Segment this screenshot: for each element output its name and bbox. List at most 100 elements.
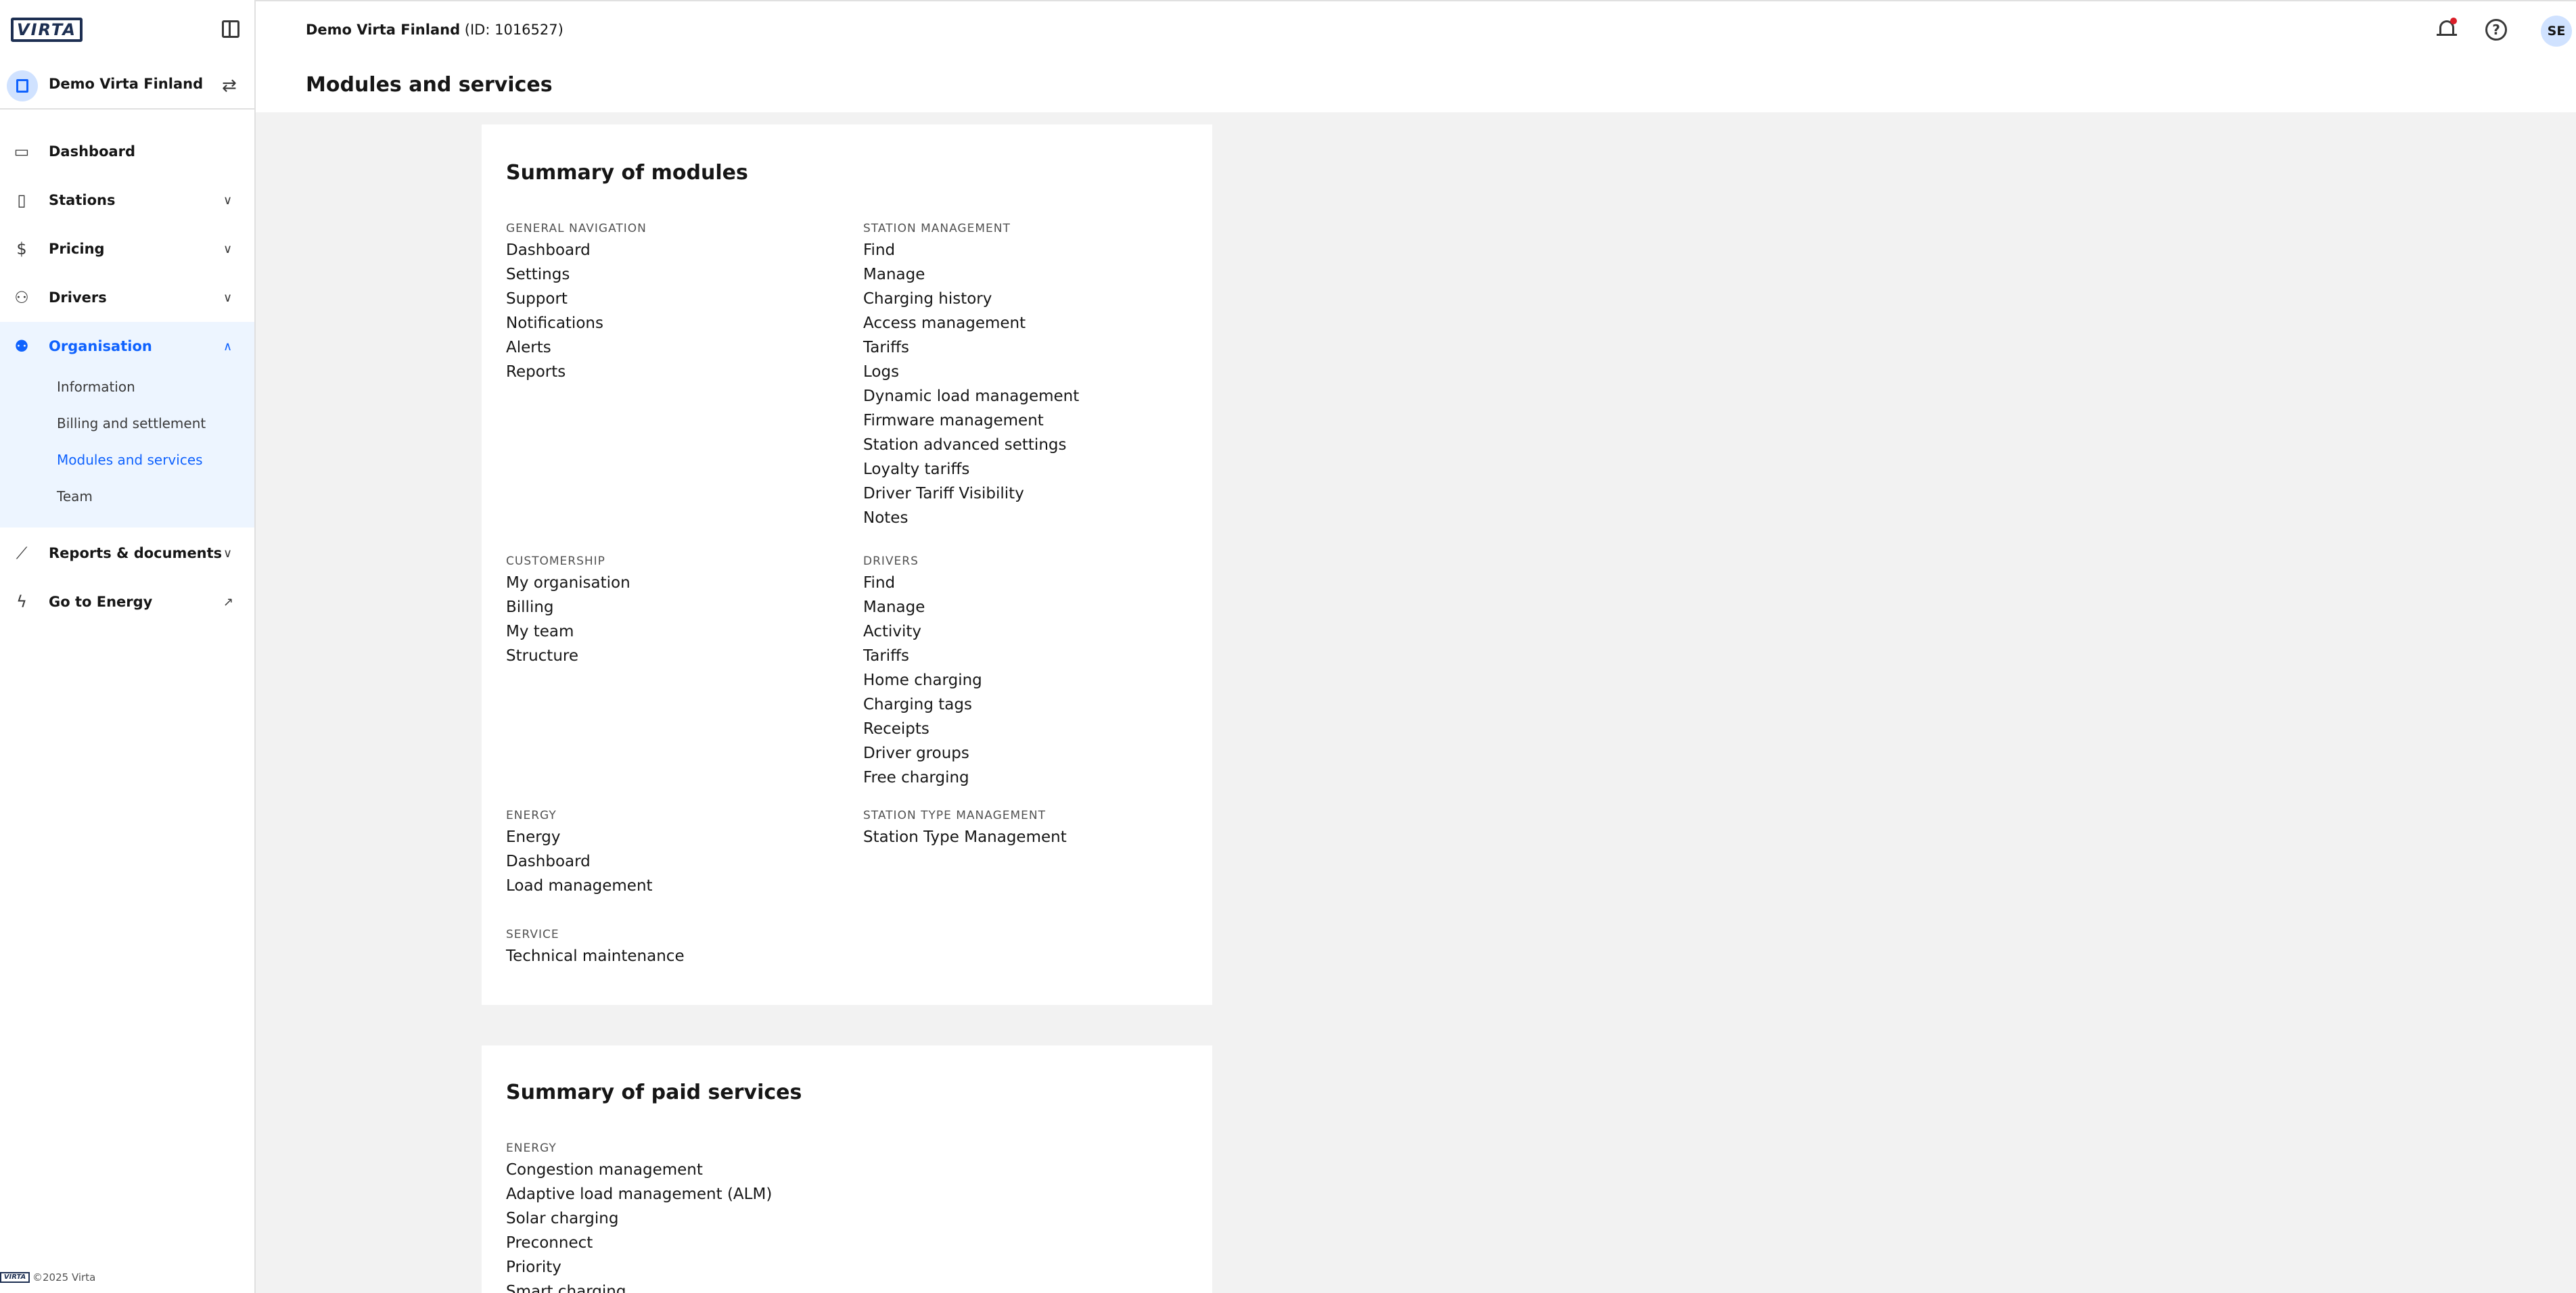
summary-of-modules-card: Summary of modules General navigation Da… [482,124,1212,1005]
external-link-icon: ↗ [223,594,234,609]
org-name: Demo Virta Finland [49,76,204,92]
copyright: ©2025 Virta [32,1271,96,1284]
section-item: Dynamic load management [863,387,1080,405]
bolt-icon: ϟ [16,592,27,611]
nav-label: Drivers [49,289,107,306]
logo-row: VIRTA [0,0,254,60]
help-icon[interactable]: ? [2485,19,2507,41]
module-section: Station management Find Manage Charging hi… [863,219,1201,530]
section-items: My organisation Billing My team Structure [506,571,844,668]
section-item: Driver Tariff Visibility [863,485,1024,502]
section-items: Energy Dashboard Load management [506,825,844,898]
section-item: Find [863,574,896,592]
section-items: Dashboard Settings Support Notifications Ale… [506,238,844,384]
nav-go-to-energy[interactable]: ϟ Go to Energy ↗ [0,578,254,626]
section-item: Activity [863,623,922,640]
section-item: Dashboard [506,241,591,259]
module-section: Energy Energy Dashboard Load management [506,806,844,898]
nav-label: Pricing [49,241,105,257]
section-items: Find Manage Activity Tariffs Home charging Ch… [863,571,1201,790]
section-items: Find Manage Charging history Access managem… [863,238,1201,530]
nav-drivers[interactable]: ⚇ Drivers ∨ [0,273,254,322]
sub-item-billing-settlement[interactable]: Billing and settlement [57,415,206,431]
section-label: Station management [863,222,1011,235]
bell-icon[interactable] [2435,18,2458,41]
nav-label: Reports & documents [49,545,223,561]
section-item: Technical maintenance [506,947,685,965]
section-item: Billing [506,598,554,616]
section-item: Smart charging [506,1283,626,1293]
org-title: Demo Virta Finland (ID: 1016527) [306,22,564,38]
collapse-sidebar-icon[interactable] [222,20,239,38]
org-switcher[interactable]: Demo Virta Finland ⇄ [0,60,254,110]
section-item: Reports [506,363,566,381]
section-items: Station Type Management [863,825,1201,849]
section-item: Find [863,241,896,259]
summary-of-paid-services-card: Summary of paid services Energy Congesti… [482,1045,1212,1293]
section-item: Loyalty tariffs [863,461,970,478]
section-item: Notifications [506,314,603,332]
user-avatar[interactable]: SE [2541,16,2572,47]
nav-stations[interactable]: ▯ Stations ∨ [0,176,254,225]
org-title-name: Demo Virta Finland [306,22,461,38]
sub-item-team[interactable]: Team [57,488,93,504]
nav-label: Dashboard [49,143,136,160]
section-item: Preconnect [506,1234,593,1252]
module-section: Station type management Station Type Man… [863,806,1201,849]
virta-logo[interactable]: VIRTA [11,18,83,42]
section-label: Energy [506,809,557,822]
section-item: My team [506,623,574,640]
sub-item-information[interactable]: Information [57,379,135,395]
notification-dot [2450,18,2457,24]
chevron-down-icon: ∨ [223,241,233,256]
section-item: Logs [863,363,900,381]
section-item: Adaptive load management (ALM) [506,1185,773,1203]
section-label: Drivers [863,555,919,568]
section-item: Manage [863,266,925,283]
section-item: Notes [863,509,908,527]
section-item: Structure [506,647,578,665]
nav-organisation[interactable]: ⚉ Organisation ∧ [0,322,254,371]
dashboard-icon: ▭ [14,142,30,161]
organisation-group: ⚉ Organisation ∧ Information Billing and… [0,322,254,527]
switch-org-icon[interactable]: ⇄ [222,76,237,96]
section-item: Energy [506,828,561,846]
chevron-down-icon: ∨ [223,290,233,305]
section-item: Charging tags [863,696,972,713]
top-bar: Demo Virta Finland (ID: 1016527) ? SE [256,0,2576,60]
chart-icon: ⟋ [16,544,28,563]
nav-label: Go to Energy [49,594,153,610]
section-item: Alerts [506,339,551,356]
chevron-down-icon: ∨ [223,546,233,561]
section-items: Technical maintenance [506,944,844,968]
chevron-up-icon: ∧ [223,339,233,354]
section-item: Manage [863,598,925,616]
section-item: Congestion management [506,1161,703,1179]
nav-dashboard[interactable]: ▭ Dashboard [0,127,254,176]
section-item: Tariffs [863,647,910,665]
building-icon [7,70,38,101]
card-title: Summary of paid services [506,1081,802,1104]
section-item: My organisation [506,574,630,592]
section-item: Firmware management [863,412,1044,429]
page-title: Modules and services [306,73,553,97]
section-item: Driver groups [863,745,969,762]
nav-reports-documents[interactable]: ⟋ Reports & documents ∨ [0,529,254,578]
sub-item-modules-services[interactable]: Modules and services [57,452,203,468]
service-section: Energy Congestion management Adaptive loa… [506,1139,844,1293]
section-label: Station type management [863,809,1046,822]
org-id: (ID: 1016527) [464,22,564,38]
driver-icon: ⚇ [14,288,29,307]
organisation-icon: ⚉ [14,337,29,356]
section-item: Support [506,290,568,308]
section-item: Tariffs [863,339,910,356]
section-item: Free charging [863,769,969,786]
nav-pricing[interactable]: $ Pricing ∨ [0,225,254,273]
section-item: Access management [863,314,1026,332]
section-item: Home charging [863,672,982,689]
module-section: General navigation Dashboard Settings Supp… [506,219,844,384]
card-title: Summary of modules [506,161,748,185]
module-section: Drivers Find Manage Activity Tariffs Home ch… [863,552,1201,790]
section-item: Settings [506,266,570,283]
section-item: Load management [506,877,653,895]
